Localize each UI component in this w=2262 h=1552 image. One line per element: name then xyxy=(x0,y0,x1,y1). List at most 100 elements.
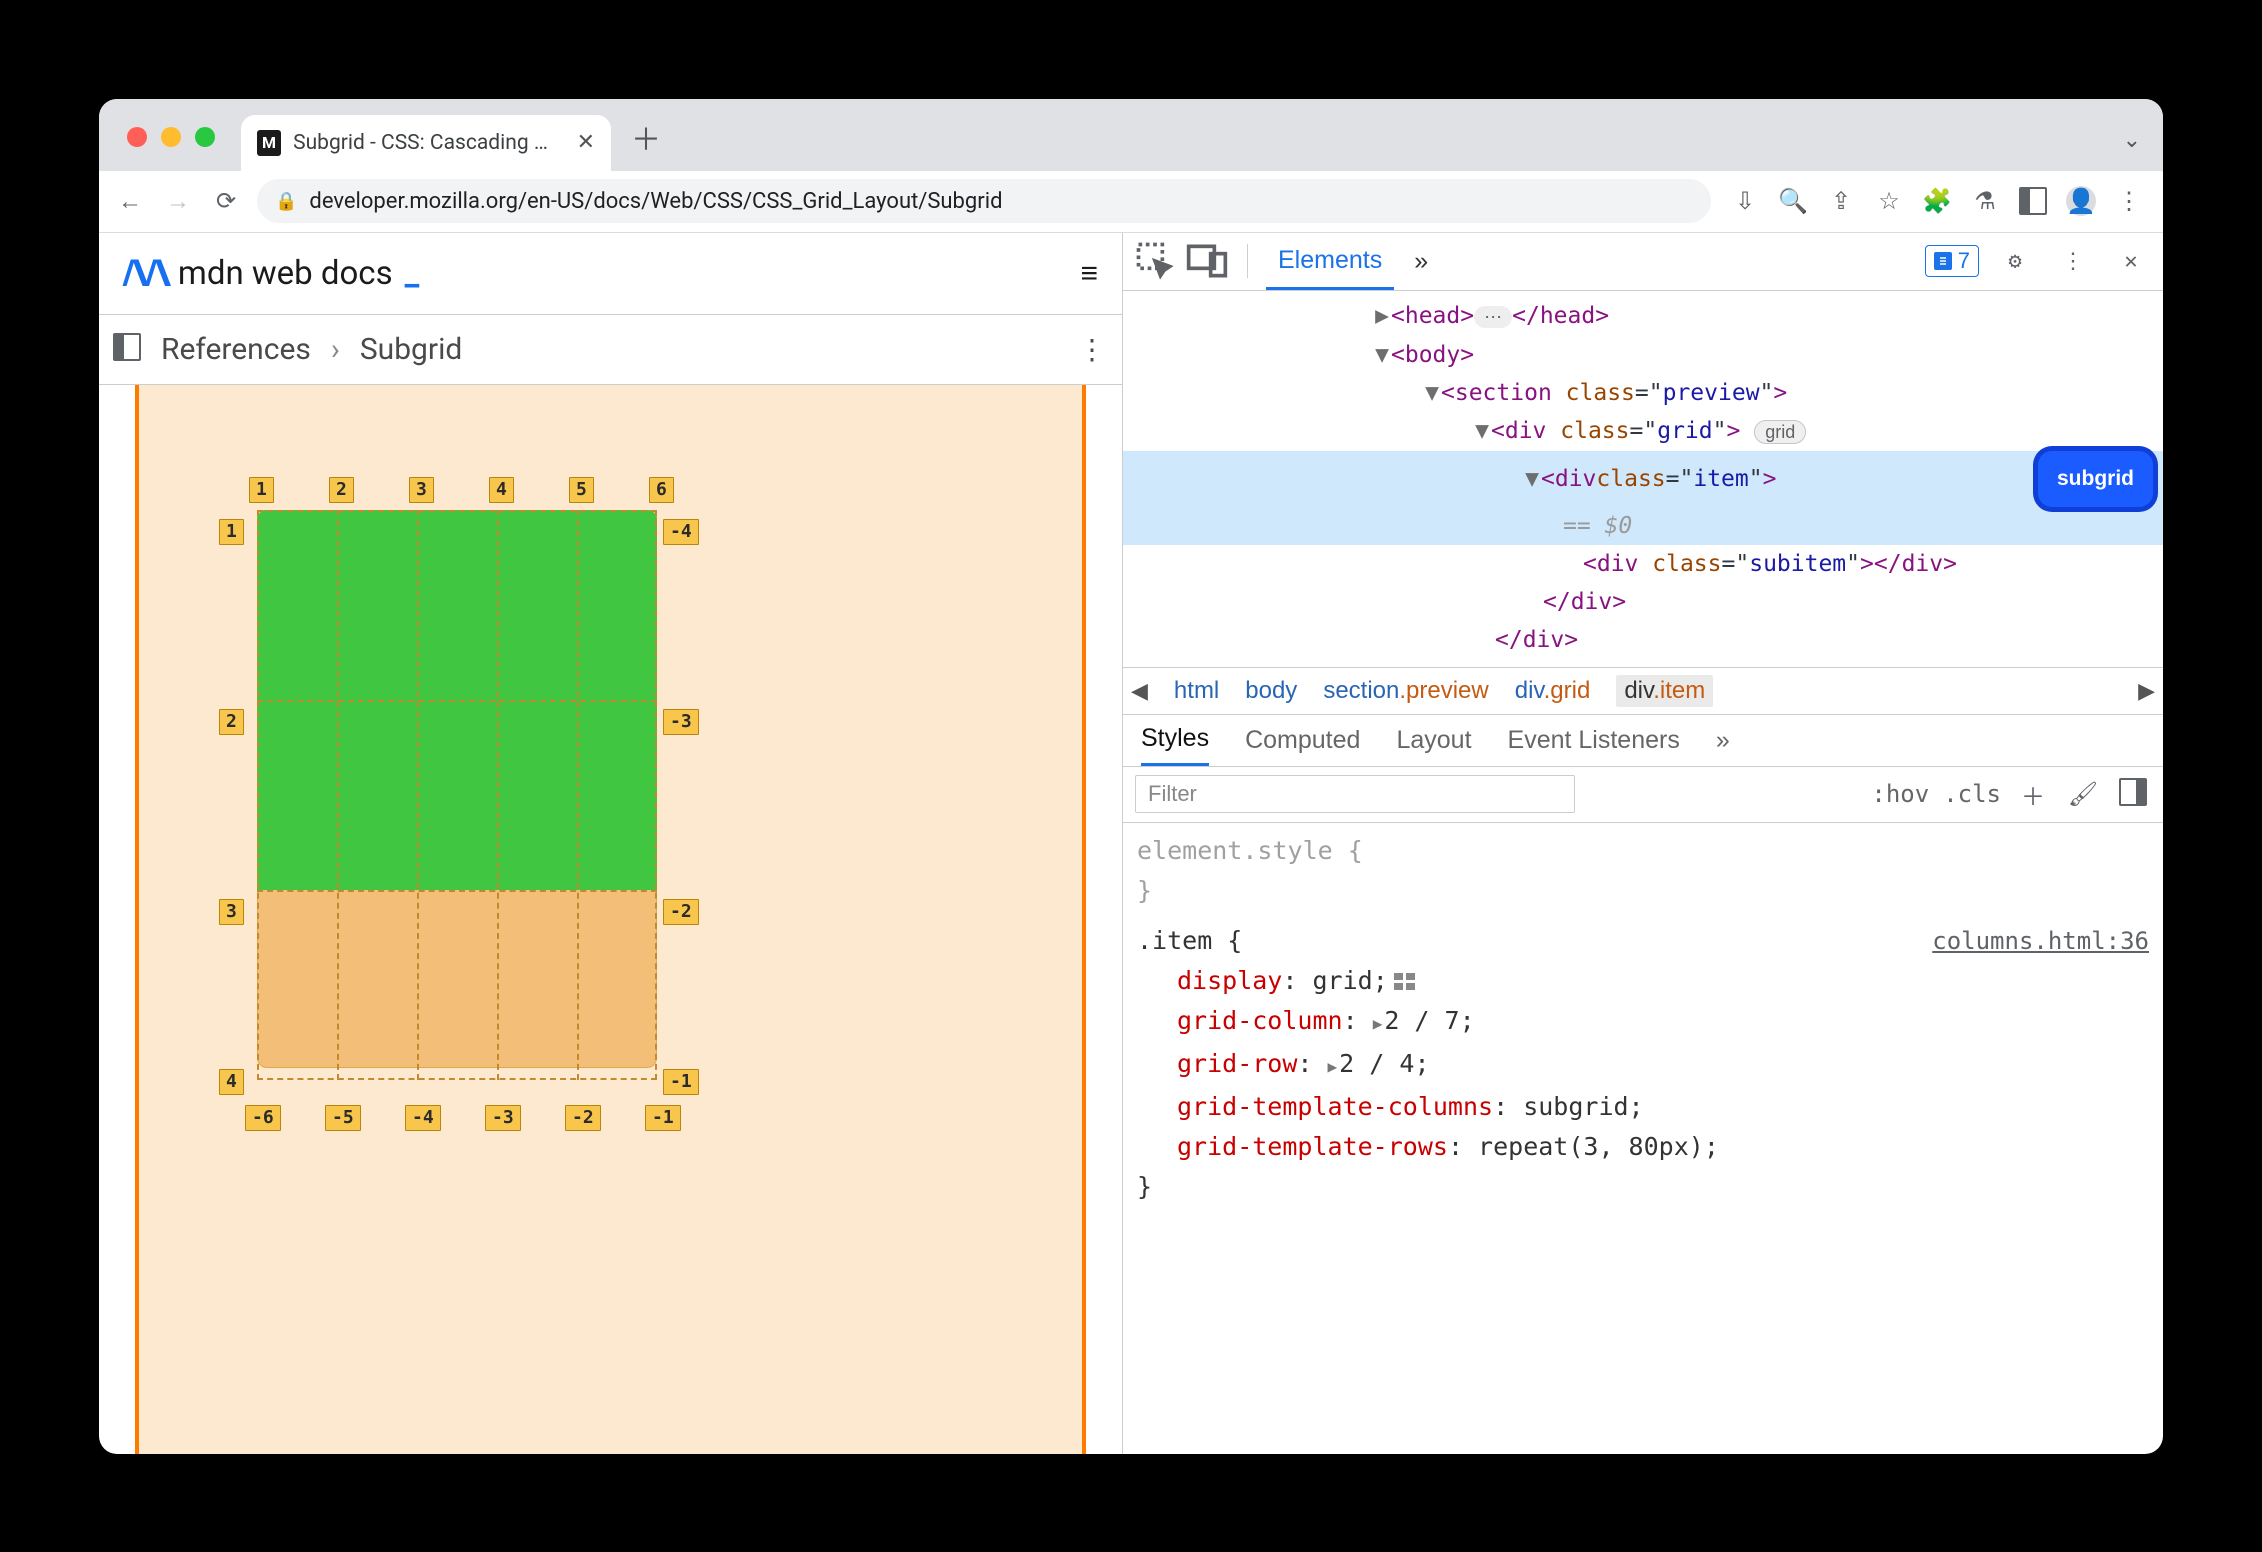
labs-icon[interactable]: ⚗ xyxy=(1965,184,2005,218)
grid-badge[interactable]: grid xyxy=(1754,420,1806,444)
styles-filter-row: Filter :hov .cls ＋ 🖌 xyxy=(1123,767,2163,823)
styles-pane[interactable]: element.style { } .item { columns.html:3… xyxy=(1123,823,2163,1454)
row-label-neg: -1 xyxy=(663,1069,699,1095)
element-style-selector: element.style { xyxy=(1137,836,1363,865)
col-label-neg: -5 xyxy=(325,1105,361,1131)
browser-window: M Subgrid - CSS: Cascading Style ✕ ＋ ⌄ ←… xyxy=(99,99,2163,1454)
address-bar[interactable]: 🔒 developer.mozilla.org/en-US/docs/Web/C… xyxy=(257,179,1711,223)
bookmark-icon[interactable]: ☆ xyxy=(1869,184,1909,218)
profile-avatar[interactable]: 👤 xyxy=(2061,184,2101,218)
devtools-tabs: Elements » 7 ⚙ ⋮ ✕ xyxy=(1123,233,2163,291)
tab-overflow-button[interactable]: ⌄ xyxy=(2123,128,2141,153)
breadcrumb-separator: › xyxy=(331,332,340,367)
scroll-left-icon[interactable]: ◀ xyxy=(1131,678,1148,704)
grid-line xyxy=(497,510,499,1080)
browser-tab[interactable]: M Subgrid - CSS: Cascading Style ✕ xyxy=(241,115,611,171)
grid-line xyxy=(417,510,419,1080)
dom-breadcrumb[interactable]: ◀ html body section.preview div.grid div… xyxy=(1123,667,2163,715)
tab-overflow-icon[interactable]: » xyxy=(1402,233,1440,290)
settings-gear-icon[interactable]: ⚙ xyxy=(1993,249,2037,274)
tab-computed[interactable]: Computed xyxy=(1245,715,1360,766)
source-link[interactable]: columns.html:36 xyxy=(1932,921,2149,961)
tab-more-icon[interactable]: » xyxy=(1716,715,1730,766)
share-icon[interactable]: ⇪ xyxy=(1821,184,1861,218)
breadcrumb-subgrid[interactable]: Subgrid xyxy=(360,332,462,367)
col-label: 2 xyxy=(329,477,354,503)
lock-icon: 🔒 xyxy=(275,191,297,212)
col-label: 4 xyxy=(489,477,514,503)
col-label: 6 xyxy=(649,477,674,503)
extensions-icon[interactable]: 🧩 xyxy=(1917,184,1957,218)
reload-button[interactable]: ⟳ xyxy=(209,184,243,218)
subgrid-badge[interactable]: subgrid xyxy=(2038,451,2153,507)
toolbar-actions: ⇩ 🔍 ⇪ ☆ 🧩 ⚗ 👤 ⋮ xyxy=(1725,184,2149,218)
bc-div-grid[interactable]: div.grid xyxy=(1515,677,1591,705)
mdn-header: /\/\ mdn web docs _ ≡ xyxy=(99,233,1122,315)
content-area: /\/\ mdn web docs _ ≡ References › Subgr… xyxy=(99,233,2163,1454)
mdn-brand-text: mdn web docs xyxy=(178,254,393,293)
hamburger-menu-icon[interactable]: ≡ xyxy=(1080,256,1098,291)
col-label-neg: -3 xyxy=(485,1105,521,1131)
mdn-logo[interactable]: /\/\ mdn web docs _ xyxy=(123,253,419,293)
article: 1 2 3 4 5 6 1 2 3 4 -4 -3 -2 -1 xyxy=(99,385,1122,1454)
new-style-rule-icon[interactable]: ＋ xyxy=(2015,777,2051,812)
breadcrumb-references[interactable]: References xyxy=(161,332,311,367)
browser-menu-icon[interactable]: ⋮ xyxy=(2109,184,2149,218)
minimize-window-button[interactable] xyxy=(161,127,181,147)
row-label-neg: -3 xyxy=(663,709,699,735)
row-label: 1 xyxy=(219,519,244,545)
grid-editor-icon[interactable] xyxy=(1394,973,1416,991)
inspect-element-icon[interactable] xyxy=(1133,239,1177,283)
mdn-cursor: _ xyxy=(405,254,420,293)
issues-badge[interactable]: 7 xyxy=(1925,245,1979,277)
issues-icon xyxy=(1934,252,1952,270)
tab-styles[interactable]: Styles xyxy=(1141,715,1209,766)
new-tab-button[interactable]: ＋ xyxy=(631,115,661,159)
col-label-neg: -4 xyxy=(405,1105,441,1131)
row-label: 4 xyxy=(219,1069,244,1095)
eq-zero: == $0 xyxy=(1563,513,1632,539)
article-actions-icon[interactable]: ⋮ xyxy=(1078,333,1108,366)
styles-filter-input[interactable]: Filter xyxy=(1135,775,1575,813)
row-label: 2 xyxy=(219,709,244,735)
grid-line xyxy=(257,700,657,702)
item-rule-selector: .item { xyxy=(1137,921,1242,961)
close-devtools-icon[interactable]: ✕ xyxy=(2109,249,2153,274)
sidepanel-icon[interactable] xyxy=(2013,184,2053,218)
bc-section[interactable]: section.preview xyxy=(1323,677,1488,705)
devtools: Elements » 7 ⚙ ⋮ ✕ ▶<head>⋯< xyxy=(1123,233,2163,1454)
dom-tree[interactable]: ▶<head>⋯</head> ▼<body> ▼<section class=… xyxy=(1123,291,2163,667)
hov-toggle[interactable]: :hov xyxy=(1871,780,1929,808)
back-button[interactable]: ← xyxy=(113,184,147,218)
tab-layout[interactable]: Layout xyxy=(1396,715,1471,766)
sidebar-toggle-icon[interactable] xyxy=(113,332,141,367)
cls-toggle[interactable]: .cls xyxy=(1943,780,2001,808)
bc-html[interactable]: html xyxy=(1174,677,1219,705)
bc-body[interactable]: body xyxy=(1245,677,1297,705)
tab-elements[interactable]: Elements xyxy=(1266,233,1394,290)
devtools-menu-icon[interactable]: ⋮ xyxy=(2051,249,2095,274)
grid-preview: 1 2 3 4 5 6 1 2 3 4 -4 -3 -2 -1 xyxy=(135,385,1086,1454)
ellipsis-icon: ⋯ xyxy=(1474,306,1512,328)
styles-subtabs: Styles Computed Layout Event Listeners » xyxy=(1123,715,2163,767)
maximize-window-button[interactable] xyxy=(195,127,215,147)
tab-event-listeners[interactable]: Event Listeners xyxy=(1508,715,1680,766)
grid-outline xyxy=(257,510,657,1080)
computed-styles-icon[interactable]: 🖌 xyxy=(2065,780,2101,809)
scroll-right-icon[interactable]: ▶ xyxy=(2138,678,2155,704)
forward-button[interactable]: → xyxy=(161,184,195,218)
zoom-icon[interactable]: 🔍 xyxy=(1773,184,1813,218)
mdn-logo-mark: /\/\ xyxy=(123,253,168,293)
tab-strip: M Subgrid - CSS: Cascading Style ✕ ＋ ⌄ xyxy=(99,99,2163,171)
url-text: developer.mozilla.org/en-US/docs/Web/CSS… xyxy=(309,189,1002,214)
close-tab-icon[interactable]: ✕ xyxy=(577,130,595,155)
close-window-button[interactable] xyxy=(127,127,147,147)
bc-div-item[interactable]: div.item xyxy=(1616,675,1713,707)
install-icon[interactable]: ⇩ xyxy=(1725,184,1765,218)
window-controls xyxy=(127,127,215,147)
toggle-sidebar-icon[interactable] xyxy=(2115,778,2151,811)
row-label-neg: -2 xyxy=(663,899,699,925)
row-label-neg: -4 xyxy=(663,519,699,545)
grid-line xyxy=(337,510,339,1080)
device-toolbar-icon[interactable] xyxy=(1185,239,1229,283)
